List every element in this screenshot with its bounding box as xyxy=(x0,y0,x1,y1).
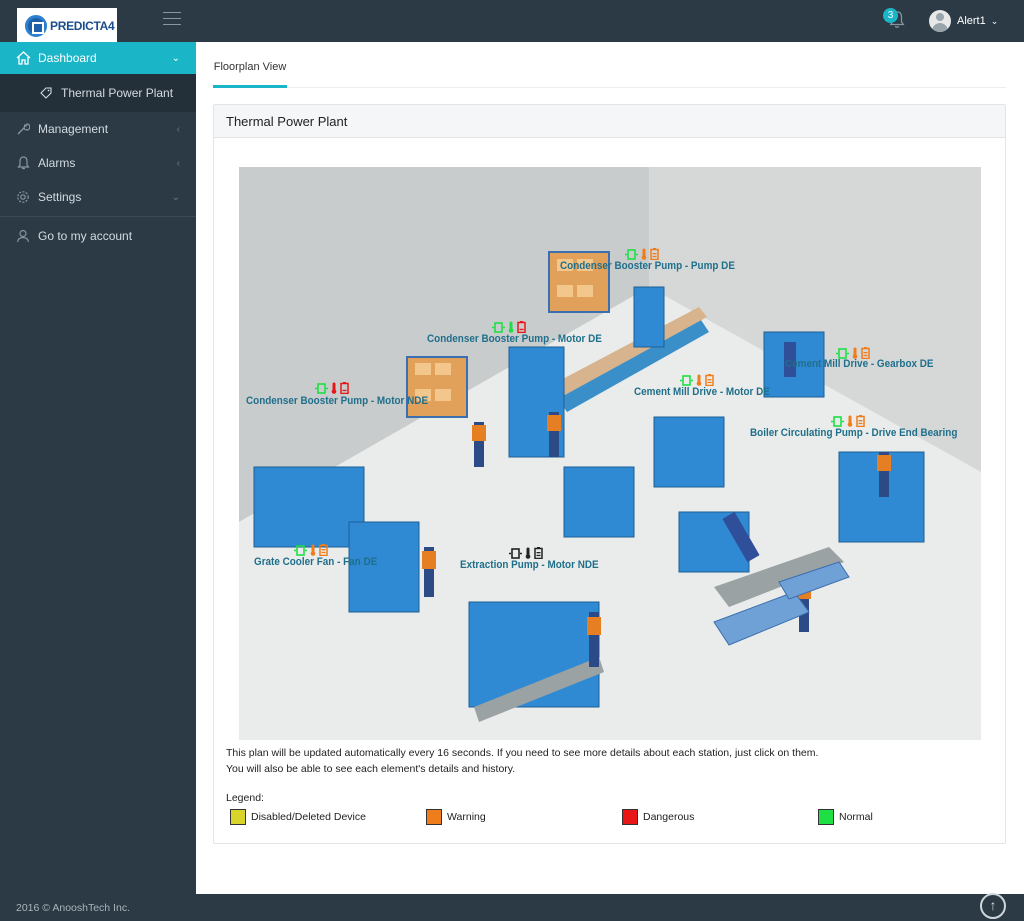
bell-icon xyxy=(15,155,31,171)
tag-icon xyxy=(38,85,54,101)
chevron-down-icon: ⌄ xyxy=(171,52,180,64)
station-grate-cooler-fan-de[interactable]: Grate Cooler Fan - Fan DE xyxy=(254,556,377,568)
station-condenser-motor-de[interactable]: Condenser Booster Pump - Motor DE xyxy=(427,333,602,345)
legend-label: Disabled/Deleted Device xyxy=(251,811,366,823)
copyright-text: 2016 © AnooshTech Inc. xyxy=(16,902,130,914)
station-cement-mill-motor-de[interactable]: Cement Mill Drive - Motor DE xyxy=(634,386,770,398)
sidebar-item-label: Management xyxy=(38,122,109,136)
legend-swatch xyxy=(426,809,442,825)
legend-item-normal: Normal xyxy=(818,809,873,825)
sidebar-item-dashboard[interactable]: Dashboard ⌄ xyxy=(0,42,196,74)
sidebar-item-thermal-power-plant[interactable]: Thermal Power Plant xyxy=(0,74,196,112)
sidebar-item-label: Alarms xyxy=(38,156,76,170)
legend: Disabled/Deleted Device Warning Dangerou… xyxy=(230,809,990,827)
station-boiler-pump-de-bearing[interactable]: Boiler Circulating Pump - Drive End Bear… xyxy=(750,427,957,439)
wrench-icon xyxy=(15,121,31,137)
sidebar-item-alarms[interactable]: Alarms ‹ xyxy=(0,146,196,180)
user-icon xyxy=(15,228,31,244)
scroll-to-top-button[interactable]: ↑ xyxy=(980,893,1006,919)
legend-item-dangerous: Dangerous xyxy=(622,809,694,825)
logo-text: PREDICTA4 xyxy=(50,18,115,33)
legend-item-warning: Warning xyxy=(426,809,486,825)
tab-floorplan-view[interactable]: Floorplan View xyxy=(213,50,287,88)
chevron-down-icon: ⌄ xyxy=(171,191,180,203)
home-icon xyxy=(15,50,31,66)
legend-swatch xyxy=(622,809,638,825)
sidebar-divider xyxy=(0,216,196,217)
hamburger-menu-icon[interactable] xyxy=(163,12,181,26)
sidebar-item-label: Go to my account xyxy=(38,229,133,243)
notification-badge[interactable]: 3 xyxy=(883,8,898,23)
gear-icon xyxy=(15,189,31,205)
sidebar-item-label: Settings xyxy=(38,190,82,204)
station-condenser-motor-nde[interactable]: Condenser Booster Pump - Motor NDE xyxy=(246,395,428,407)
top-bar: PREDICTA4 3 Alert1 ⌄ xyxy=(0,0,1024,43)
main-content: Floorplan View Thermal Power Plant Conde… xyxy=(196,42,1024,894)
legend-title: Legend: xyxy=(226,792,264,804)
station-condenser-pump-de[interactable]: Condenser Booster Pump - Pump DE xyxy=(560,260,735,272)
floorplan-panel: Thermal Power Plant Condenser Booster Pu… xyxy=(213,104,1006,844)
sidebar-item-settings[interactable]: Settings ⌄ xyxy=(0,180,196,214)
sidebar-item-label: Dashboard xyxy=(38,51,97,65)
sidebar: Dashboard ⌄ Thermal Power Plant Manageme… xyxy=(0,42,196,894)
factory-illustration xyxy=(239,167,981,740)
sidebar-item-management[interactable]: Management ‹ xyxy=(0,112,196,146)
legend-item-disabled: Disabled/Deleted Device xyxy=(230,809,366,825)
station-extraction-pump-motor-nde[interactable]: Extraction Pump - Motor NDE xyxy=(460,559,599,571)
chevron-left-icon: ‹ xyxy=(176,157,180,169)
panel-title: Thermal Power Plant xyxy=(214,105,1005,138)
legend-label: Normal xyxy=(839,811,873,823)
user-name: Alert1 xyxy=(957,15,986,27)
avatar xyxy=(929,10,951,32)
plan-update-note: This plan will be updated automatically … xyxy=(226,745,818,777)
legend-label: Warning xyxy=(447,811,486,823)
chevron-left-icon: ‹ xyxy=(176,123,180,135)
logo-icon xyxy=(25,14,47,37)
floorplan-image: Condenser Booster Pump - Pump DE Condens… xyxy=(239,167,981,740)
tab-bar: Floorplan View xyxy=(213,50,1006,88)
logo[interactable]: PREDICTA4 xyxy=(17,8,117,43)
note-line: You will also be able to see each elemen… xyxy=(226,763,516,775)
legend-swatch xyxy=(230,809,246,825)
user-menu[interactable]: Alert1 ⌄ xyxy=(929,10,998,32)
footer: 2016 © AnooshTech Inc. xyxy=(0,894,1024,921)
sidebar-item-account[interactable]: Go to my account xyxy=(0,219,196,253)
chevron-down-icon: ⌄ xyxy=(990,15,999,26)
legend-label: Dangerous xyxy=(643,811,695,823)
sidebar-item-label: Thermal Power Plant xyxy=(61,86,174,100)
note-line: This plan will be updated automatically … xyxy=(226,747,819,759)
legend-swatch xyxy=(818,809,834,825)
station-cement-mill-gearbox-de[interactable]: Cement Mill Drive - Gearbox DE xyxy=(785,358,934,370)
